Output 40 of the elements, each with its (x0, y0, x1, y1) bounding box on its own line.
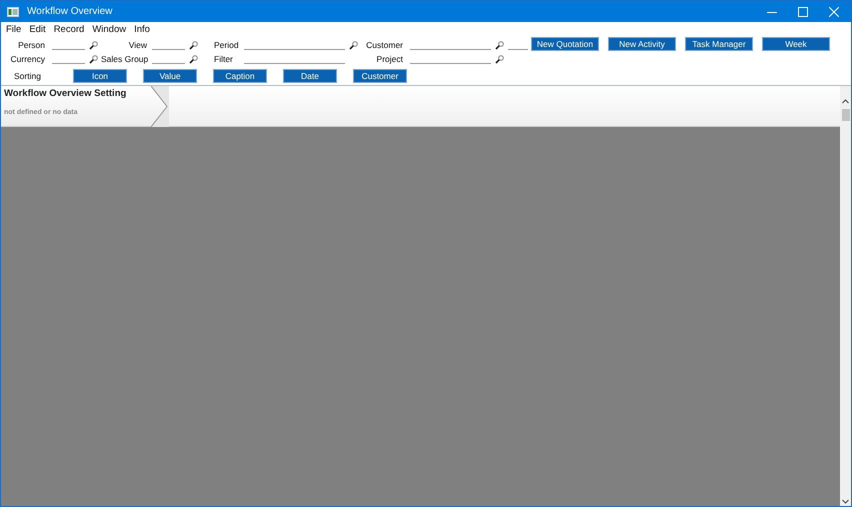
action-button[interactable]: New Quotation (531, 37, 599, 51)
field-label: View (128, 40, 148, 50)
menu-item[interactable]: Record (54, 24, 84, 34)
menu-item[interactable]: Edit (29, 24, 46, 34)
panel-title: Workflow Overview Setting (3, 87, 128, 99)
search-icon[interactable] (495, 54, 504, 64)
search-icon[interactable] (189, 54, 198, 64)
search-icon[interactable] (495, 40, 504, 50)
close-icon[interactable] (829, 6, 839, 16)
search-icon[interactable] (89, 54, 98, 64)
action-button[interactable]: Week (762, 37, 830, 51)
search-icon[interactable] (189, 40, 198, 50)
chevron-drawing (151, 86, 169, 127)
sort-button[interactable]: Icon (73, 69, 127, 83)
window-icon (7, 6, 19, 16)
scroll-down-icon[interactable] (842, 499, 849, 504)
sorting-label: Sorting (13, 71, 42, 81)
field-label: Period (213, 40, 240, 50)
sort-button[interactable]: Caption (213, 69, 267, 83)
field-label: Filter (213, 54, 234, 64)
window-title: Workflow Overview (27, 6, 112, 17)
menu-item[interactable]: File (6, 24, 22, 34)
field-label: Currency (10, 54, 46, 64)
sort-button[interactable]: Customer (353, 69, 407, 83)
field-label: Sales Group (101, 54, 149, 64)
action-button[interactable]: New Activity (608, 37, 676, 51)
scroll-thumb[interactable] (842, 109, 850, 121)
scroll-up-icon[interactable] (842, 99, 849, 104)
menu-item[interactable]: Window (92, 24, 126, 34)
field-label: Person (17, 40, 46, 50)
sort-button[interactable]: Value (143, 69, 197, 83)
action-button[interactable]: Task Manager (685, 37, 753, 51)
sort-button[interactable]: Date (283, 69, 337, 83)
maximize-icon[interactable] (798, 6, 808, 16)
search-icon[interactable] (349, 40, 358, 50)
field-label: Customer (365, 40, 404, 50)
field-label: Project (376, 54, 404, 64)
vertical-scrollbar[interactable] (840, 86, 851, 506)
search-icon[interactable] (89, 40, 98, 50)
menu-item[interactable]: Info (134, 24, 150, 34)
